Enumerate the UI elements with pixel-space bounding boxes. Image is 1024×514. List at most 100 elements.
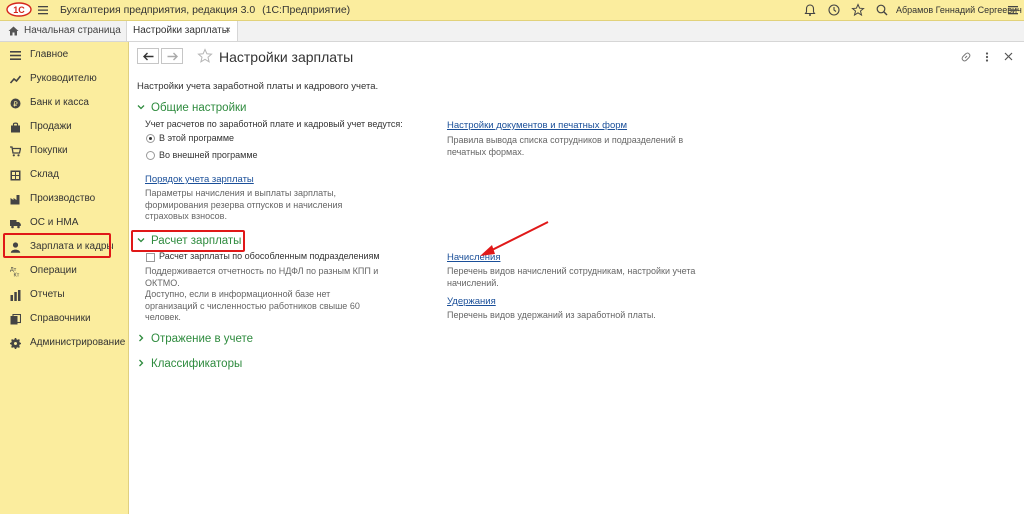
chevron-right-icon: [139, 359, 144, 367]
books-icon: [10, 314, 21, 325]
truck-icon: [10, 220, 21, 229]
branches-payroll-checkbox-label[interactable]: Расчет зарплаты по обособленным подразде…: [159, 251, 380, 261]
sidebar-item-label: Покупки: [30, 145, 68, 156]
tab-close-icon[interactable]: ×: [225, 25, 231, 36]
search-icon[interactable]: [875, 3, 889, 17]
branches-payroll-description: Поддерживается отчетность по НДФЛ по раз…: [145, 266, 378, 324]
arrow-right-icon: [167, 52, 178, 61]
description-line: Доступно, если в информационной базе нет: [145, 289, 331, 299]
star-favorites-icon[interactable]: [851, 3, 865, 17]
title-bar: 1С Бухгалтерия предприятия, редакция 3.0…: [0, 0, 1024, 21]
tab-home-label: Начальная страница: [24, 25, 121, 36]
highlight-frame-payroll-section: [131, 230, 245, 252]
radio-external-program-label[interactable]: Во внешней программе: [159, 150, 258, 160]
app-title: Бухгалтерия предприятия, редакция 3.0 (1…: [60, 4, 350, 16]
description-line: формирования резерва отпусков и начислен…: [145, 199, 343, 210]
sidebar-item-purchases[interactable]: Покупки: [0, 140, 128, 162]
warehouse-icon: [10, 170, 21, 181]
branches-payroll-checkbox[interactable]: [146, 253, 155, 262]
description-line: организаций с численностью работников св…: [145, 300, 360, 311]
radio-external-program[interactable]: [146, 151, 155, 160]
main-content: Настройки зарплаты Настройки учета зараб…: [129, 42, 1024, 514]
description-line: Перечень видов начислений сотрудникам, н…: [447, 266, 696, 276]
sidebar-item-reports[interactable]: Отчеты: [0, 284, 128, 306]
menu-lines-icon: [10, 51, 21, 60]
history-icon[interactable]: [827, 3, 841, 17]
sidebar-item-label: Администрирование: [30, 337, 126, 348]
sidebar-item-label: Отчеты: [30, 289, 65, 300]
favorite-star-icon[interactable]: [197, 48, 213, 64]
description-line: печатных формах.: [447, 146, 525, 157]
documents-settings-link[interactable]: Настройки документов и печатных форм: [447, 120, 627, 131]
chevron-right-icon: [139, 334, 144, 342]
deductions-link[interactable]: Удержания: [447, 296, 496, 307]
link-icon[interactable]: [960, 51, 972, 63]
sidebar-item-label: Справочники: [30, 313, 91, 324]
gear-icon: [10, 338, 21, 349]
factory-icon: [10, 195, 20, 205]
documents-settings-description: Правила вывода списка сотрудников и подр…: [447, 135, 683, 158]
radio-in-this-program[interactable]: [146, 134, 155, 143]
section-general-settings[interactable]: Общие настройки: [137, 102, 246, 114]
section-accounting-reflection[interactable]: Отражение в учете: [137, 333, 253, 345]
sidebar-item-label: Производство: [30, 193, 96, 204]
forward-button[interactable]: [161, 48, 183, 64]
page-description: Настройки учета заработной платы и кадро…: [137, 81, 379, 92]
sidebar-item-operations[interactable]: Дт Кт Операции: [0, 260, 128, 282]
sidebar-item-label: ОС и НМА: [30, 217, 79, 228]
description-line: Поддерживается отчетность по НДФЛ по раз…: [145, 266, 379, 276]
sidebar: Главное Руководителю ₽ Банк и касса Прод…: [0, 42, 129, 514]
main-menu-icon[interactable]: [1008, 4, 1018, 16]
sidebar-item-production[interactable]: Производство: [0, 188, 128, 210]
accounting-question: Учет расчетов по заработной плате и кадр…: [145, 119, 403, 129]
payroll-order-description: Параметры начисления и выплаты зарплаты,…: [145, 188, 342, 223]
description-line: Параметры начисления и выплаты зарплаты,: [145, 188, 337, 198]
sidebar-item-assets[interactable]: ОС и НМА: [0, 212, 128, 234]
1c-logo-icon[interactable]: 1С: [6, 2, 32, 17]
section-classifiers[interactable]: Классификаторы: [137, 358, 242, 370]
description-line: начислений.: [447, 277, 499, 288]
bell-icon[interactable]: [803, 3, 817, 17]
user-name[interactable]: Абрамов Геннадий Сергеевич: [896, 5, 1022, 15]
sidebar-item-label: Продажи: [30, 121, 72, 132]
sidebar-item-manager[interactable]: Руководителю: [0, 68, 128, 90]
chevron-down-icon: [137, 105, 145, 110]
svg-text:₽: ₽: [13, 100, 18, 108]
accruals-description: Перечень видов начислений сотрудникам, н…: [447, 266, 695, 289]
coin-icon: ₽: [10, 98, 21, 109]
arrow-left-icon: [143, 52, 154, 61]
deductions-description: Перечень видов удержаний из заработной п…: [447, 310, 656, 320]
sidebar-item-label: Операции: [30, 265, 77, 276]
app-name: Бухгалтерия предприятия, редакция 3.0: [60, 4, 256, 16]
tab-bar: Начальная страница Настройки зарплаты ×: [0, 21, 1024, 42]
sidebar-item-bank[interactable]: ₽ Банк и касса: [0, 92, 128, 114]
sidebar-item-directories[interactable]: Справочники: [0, 308, 128, 330]
trend-icon: [10, 75, 21, 84]
tab-home[interactable]: Начальная страница: [0, 21, 124, 41]
sidebar-item-label: Руководителю: [30, 73, 97, 84]
sidebar-item-warehouse[interactable]: Склад: [0, 164, 128, 186]
close-icon[interactable]: [1004, 52, 1013, 61]
sidebar-item-sales[interactable]: Продажи: [0, 116, 128, 138]
hamburger-menu-icon[interactable]: [38, 4, 48, 16]
cart-icon: [10, 146, 21, 157]
sidebar-item-main[interactable]: Главное: [0, 44, 128, 66]
sidebar-item-label: Банк и касса: [30, 97, 89, 108]
back-button[interactable]: [137, 48, 159, 64]
section-general-settings-label: Общие настройки: [151, 102, 247, 114]
more-actions-icon[interactable]: [984, 51, 990, 63]
sidebar-item-label: Склад: [30, 169, 59, 180]
tab-payroll-settings[interactable]: Настройки зарплаты ×: [126, 21, 238, 41]
page-title: Настройки зарплаты: [219, 49, 354, 65]
section-classifiers-label: Классификаторы: [151, 358, 243, 370]
operations-icon: ДтКт: [10, 267, 20, 277]
radio-in-this-program-label[interactable]: В этой программе: [159, 133, 234, 143]
bag-icon: [11, 122, 20, 133]
highlight-frame-payroll: [3, 233, 111, 258]
sidebar-item-label: Главное: [30, 49, 69, 60]
sidebar-item-admin[interactable]: Администрирование: [0, 332, 128, 354]
bar-chart-icon: [10, 290, 21, 301]
description-line: Правила вывода списка сотрудников и подр…: [447, 135, 684, 145]
annotation-arrow-icon: [480, 221, 549, 256]
payroll-order-link[interactable]: Порядок учета зарплаты: [145, 174, 254, 185]
